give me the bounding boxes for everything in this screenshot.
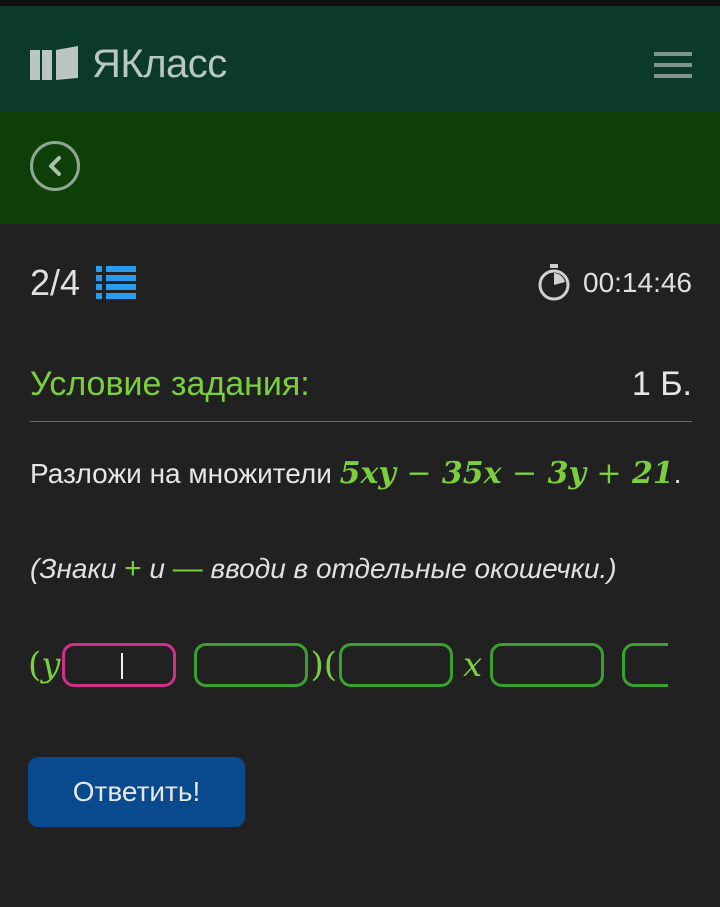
task-hint: (Знаки + и — вводи в отдельные окошечки.… [30,552,617,585]
open-paren: ( [28,645,42,685]
paren-separator: )( [310,645,338,685]
condition-title: Условие задания: [30,365,310,403]
task-progress: 2/4 [30,262,137,304]
task-expression: 5xy − 35x − 3y + 21 [339,456,674,491]
book-icon [30,45,78,80]
answer-input-5[interactable] [622,643,669,687]
divider [30,421,692,422]
menu-icon[interactable] [654,52,692,85]
points-badge: 1 Б. [631,365,692,403]
back-button[interactable] [30,141,80,191]
answer-input-1[interactable] [62,643,177,687]
navigation-bar [0,112,720,224]
task-statement: Разложи на множители 5xy − 35x − 3y + 21… [30,456,682,491]
answer-expression: ( y )( x [28,640,670,690]
variable-x: x [463,645,483,685]
answer-input-4[interactable] [490,643,605,687]
task-prompt: Разложи на множители [30,458,332,489]
app-header: ЯКласс [0,0,720,112]
timer-value: 00:14:46 [583,267,692,298]
logo-text: ЯКласс [92,42,227,86]
answer-input-2[interactable] [194,643,309,687]
progress-counter: 2/4 [30,262,81,303]
logo[interactable]: ЯКласс [28,42,227,87]
chevron-left-icon [49,156,61,176]
timer: 00:14:46 [537,264,692,302]
task-list-icon[interactable] [96,264,137,302]
submit-button[interactable]: Ответить! [28,757,245,827]
variable-y: y [41,645,61,685]
answer-input-3[interactable] [339,643,454,687]
stopwatch-icon [538,264,570,301]
